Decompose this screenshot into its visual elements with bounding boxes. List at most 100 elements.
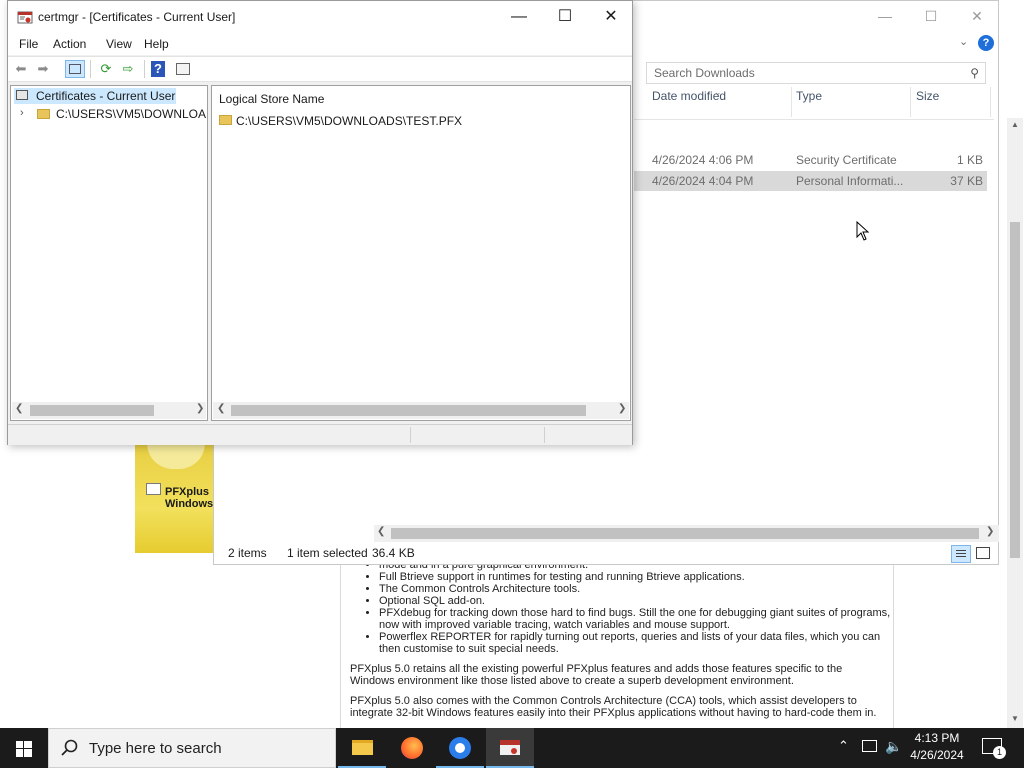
certificate-app-icon (17, 11, 33, 24)
file-row-selected[interactable]: 4/26/2024 4:04 PM Personal Informati... … (634, 171, 987, 191)
window-icon (146, 483, 161, 495)
scroll-thumb[interactable] (30, 405, 154, 416)
search-icon (61, 739, 78, 756)
chrome-icon (449, 737, 471, 759)
clock-date: 4/26/2024 (910, 748, 964, 762)
column-logical-store-name[interactable]: Logical Store Name (219, 92, 324, 106)
folder-icon (37, 109, 50, 119)
notification-badge: 1 (993, 746, 1006, 759)
status-divider (544, 427, 545, 443)
forward-arrow-icon[interactable]: ➡ (34, 61, 52, 77)
action-center-icon[interactable]: 1 (982, 738, 1006, 759)
menu-view[interactable]: View (106, 37, 132, 51)
taskbar: Type here to search ⌃ 🔈 4:13 PM 4/26/202… (0, 728, 1024, 768)
taskbar-chrome[interactable] (436, 728, 484, 768)
volume-muted-icon[interactable]: 🔈 (885, 738, 902, 755)
list-item: PFXdebug for tracking down those hard to… (379, 607, 893, 631)
show-hide-tree-icon[interactable] (65, 60, 85, 78)
scroll-thumb[interactable] (231, 405, 586, 416)
clock-time: 4:13 PM (914, 731, 960, 745)
column-divider[interactable] (791, 87, 792, 117)
taskbar-firefox[interactable] (388, 728, 436, 768)
scroll-down-icon[interactable]: ▼ (1010, 714, 1020, 723)
horizontal-scrollbar[interactable]: ❮ ❯ (12, 402, 206, 419)
scroll-right-icon[interactable]: ❯ (196, 403, 204, 414)
page-scrollbar[interactable]: ▲ ▼ (1007, 118, 1023, 728)
scroll-right-icon[interactable]: ❯ (986, 526, 994, 537)
help-icon[interactable]: ? (151, 61, 165, 77)
tree-item-downloads[interactable]: C:\USERS\VM5\DOWNLOADS\ (56, 107, 207, 121)
list-item: Optional SQL add-on. (379, 595, 893, 607)
pfxplus-banner[interactable]: PFXplus Windows (135, 443, 215, 553)
search-icon: ⚲ (970, 66, 979, 80)
scroll-left-icon[interactable]: ❮ (217, 403, 225, 414)
refresh-icon[interactable]: ⟳ (97, 61, 115, 77)
maximize-button[interactable]: ☐ (542, 1, 588, 33)
taskbar-clock[interactable]: 4:13 PM 4/26/2024 (902, 730, 972, 764)
list-item[interactable]: C:\USERS\VM5\DOWNLOADS\TEST.PFX (236, 114, 462, 128)
title-bar[interactable]: certmgr - [Certificates - Current User] … (8, 1, 632, 33)
taskbar-file-explorer[interactable] (338, 728, 386, 768)
folder-icon (219, 115, 232, 125)
item-count: 2 items (228, 546, 267, 560)
list-item: The Common Controls Architecture tools. (379, 583, 893, 595)
back-arrow-icon[interactable]: ⬅ (12, 61, 30, 77)
computer-icon (16, 90, 28, 100)
expand-chevron-icon[interactable]: › (20, 107, 24, 119)
properties-icon[interactable] (174, 61, 192, 77)
windows-logo-icon (16, 741, 32, 757)
horizontal-scrollbar[interactable]: ❮ ❯ (213, 402, 629, 419)
certificate-app-icon (500, 740, 520, 755)
minimize-button[interactable]: — (496, 1, 542, 33)
close-button[interactable]: ✕ (588, 1, 634, 33)
menu-help[interactable]: Help (144, 37, 169, 51)
feature-list: mode and in a pure graphical environment… (341, 559, 893, 655)
column-date[interactable]: Date modified (652, 89, 726, 103)
column-divider[interactable] (990, 87, 991, 117)
tree-root-label[interactable]: Certificates - Current User (36, 89, 175, 103)
window-title: certmgr - [Certificates - Current User] (38, 10, 236, 24)
paragraph: PFXplus 5.0 retains all the existing pow… (350, 663, 843, 687)
large-icons-view-icon[interactable] (976, 547, 990, 559)
start-button[interactable] (0, 728, 48, 768)
scroll-right-icon[interactable]: ❯ (618, 403, 626, 414)
column-size[interactable]: Size (916, 89, 939, 103)
file-row[interactable]: 4/26/2024 4:06 PM Security Certificate 1… (634, 150, 987, 170)
minimize-button[interactable]: — (862, 1, 908, 31)
menu-file[interactable]: File (19, 37, 38, 51)
details-view-icon[interactable] (951, 545, 971, 563)
taskbar-search-box[interactable]: Type here to search (48, 728, 336, 768)
scroll-left-icon[interactable]: ❮ (15, 403, 23, 414)
web-article: mode and in a pure graphical environment… (340, 555, 894, 728)
scroll-up-icon[interactable]: ▲ (1010, 120, 1020, 129)
scroll-thumb[interactable] (1010, 222, 1020, 558)
maximize-button[interactable]: ☐ (908, 1, 954, 31)
close-button[interactable]: ✕ (954, 1, 1000, 31)
column-type[interactable]: Type (796, 89, 822, 103)
scroll-thumb[interactable] (391, 528, 979, 539)
export-list-icon[interactable]: ⇨ (119, 61, 137, 77)
menu-action[interactable]: Action (53, 37, 86, 51)
tree-pane: Certificates - Current User › C:\USERS\V… (10, 85, 208, 421)
show-hidden-icons-icon[interactable]: ⌃ (838, 738, 849, 754)
firefox-icon (401, 737, 423, 759)
scroll-left-icon[interactable]: ❮ (377, 526, 385, 537)
list-pane: Logical Store Name C:\USERS\VM5\DOWNLOAD… (211, 85, 631, 421)
search-placeholder: Type here to search (89, 740, 222, 757)
folder-icon (352, 740, 373, 755)
horizontal-scrollbar[interactable]: ❮ ❯ (374, 525, 999, 542)
search-input[interactable]: Search Downloads ⚲ (646, 62, 986, 84)
status-bar (8, 424, 632, 445)
help-icon[interactable]: ? (978, 35, 994, 51)
column-divider[interactable] (910, 87, 911, 117)
network-icon[interactable] (862, 740, 877, 752)
toolbar-separator (144, 60, 145, 78)
toolbar: ⬅ ➡ ⟳ ⇨ ? (8, 56, 632, 82)
certmgr-window: certmgr - [Certificates - Current User] … (7, 0, 633, 445)
taskbar-certmgr[interactable] (486, 728, 534, 768)
group-divider (634, 119, 994, 120)
banner-circle (147, 443, 205, 469)
ribbon-expand-icon[interactable]: ⌄ (959, 35, 968, 48)
menu-bar: File Action View Help (8, 33, 632, 55)
list-item: Powerflex REPORTER for rapidly turning o… (379, 631, 893, 655)
